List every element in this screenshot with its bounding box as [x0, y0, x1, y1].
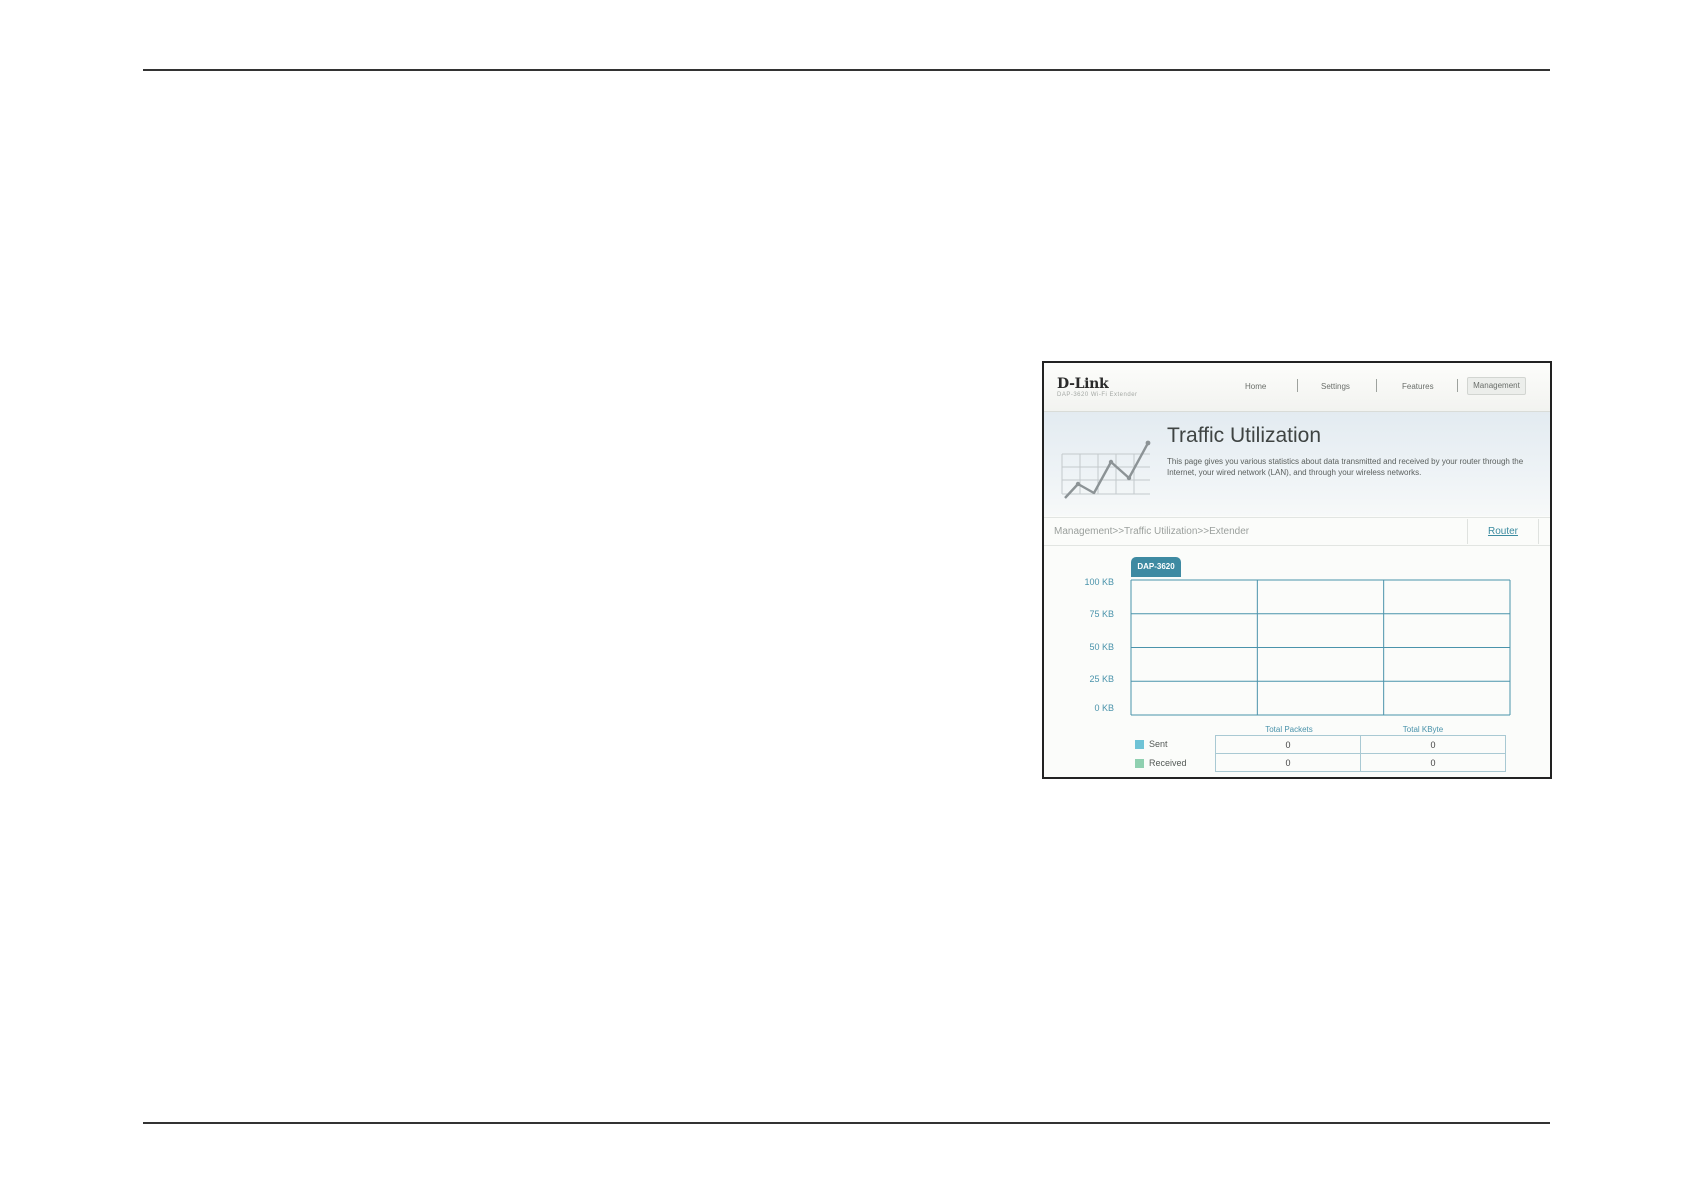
received-total-packets: 0	[1215, 753, 1361, 772]
sent-label: Sent	[1149, 739, 1168, 749]
col-header-total-kbyte: Total KByte	[1402, 725, 1444, 734]
received-label: Received	[1149, 758, 1187, 768]
manual-page: D-Link DAP-3620 Wi-Fi Extender Home Sett…	[0, 0, 1684, 1190]
received-legend-swatch	[1135, 759, 1144, 768]
traffic-stats-table: 0 0 0 0	[1215, 735, 1506, 772]
table-row: 0 0	[1215, 753, 1506, 772]
sent-total-packets: 0	[1215, 735, 1361, 754]
traffic-chart	[1130, 579, 1511, 716]
sent-legend-swatch	[1135, 740, 1144, 749]
col-header-total-packets: Total Packets	[1265, 725, 1313, 734]
table-row: 0 0	[1215, 735, 1506, 754]
bottom-rule	[143, 1122, 1550, 1124]
sent-total-kbyte: 0	[1360, 735, 1506, 754]
top-rule	[143, 69, 1550, 71]
received-total-kbyte: 0	[1360, 753, 1506, 772]
traffic-utilization-screenshot: D-Link DAP-3620 Wi-Fi Extender Home Sett…	[1042, 361, 1552, 779]
chart-grid	[1130, 579, 1511, 716]
